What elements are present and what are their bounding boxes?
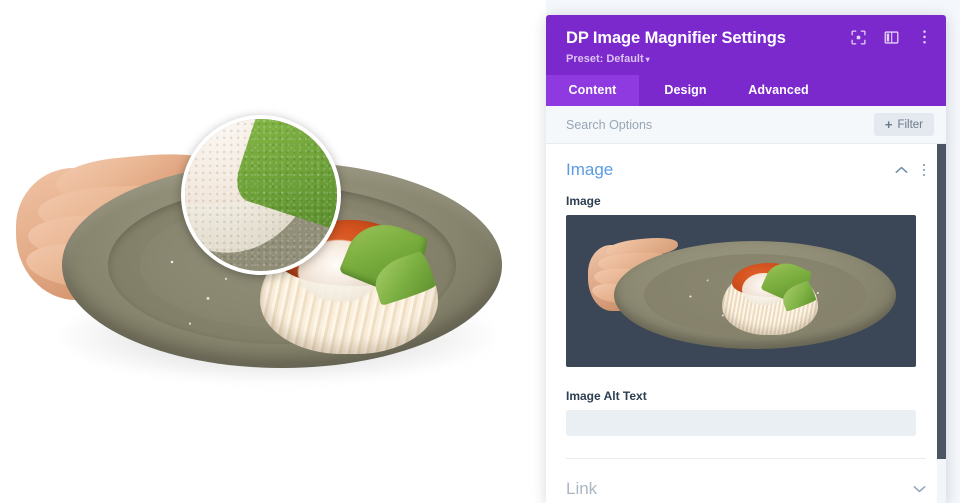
panel-layout-icon[interactable] [883,29,899,45]
tab-advanced[interactable]: Advanced [732,75,825,106]
section-image-title: Image [566,160,614,180]
magnified-content [185,119,337,271]
section-kebab-menu-icon[interactable] [922,163,926,177]
section-image: Image Image Image Alt Text [546,144,946,460]
section-link-controls [913,485,926,493]
image-alt-text-label: Image Alt Text [566,389,647,404]
header-actions [850,29,932,45]
panel-scroll-content: Image Image Image Alt Text Link [546,144,946,503]
panel-body: Image Image Image Alt Text Link [546,144,946,503]
filter-button[interactable]: + Filter [873,113,934,137]
section-image-header[interactable]: Image [566,160,926,180]
preset-label: Preset: Default [566,53,644,66]
section-link-header[interactable]: Link [566,479,926,499]
kebab-menu-icon[interactable] [916,29,932,45]
panel-tabs: Content Design Advanced [546,75,946,107]
magnifier-lens[interactable] [181,115,341,275]
panel-scrollbar-track[interactable] [937,144,946,503]
screenshot-root: DP Image Magnifier Settings Preset: Defa… [0,0,960,503]
panel-header: DP Image Magnifier Settings Preset: Defa… [546,15,946,76]
search-input[interactable] [566,117,874,132]
section-link-title: Link [566,479,598,499]
panel-scrollbar-thumb[interactable] [937,144,946,460]
section-link: Link [546,459,946,503]
focus-target-icon[interactable] [850,29,866,45]
chevron-up-icon[interactable] [895,166,908,174]
image-alt-text-block: Image Alt Text [566,389,926,437]
thumbnail-photo [578,223,904,359]
tab-design[interactable]: Design [639,75,732,106]
plus-icon: + [884,117,893,133]
chevron-down-icon: ▾ [645,55,650,65]
search-options-row: + Filter [546,106,946,145]
tab-content[interactable]: Content [546,75,639,107]
preset-selector[interactable]: Preset: Default ▾ [566,53,930,65]
settings-panel: DP Image Magnifier Settings Preset: Defa… [546,15,946,503]
thumbnail-plate [614,241,896,350]
section-image-controls [895,163,926,177]
image-field-label: Image [566,194,601,209]
image-magnifier-preview[interactable] [0,0,546,503]
image-upload-thumbnail[interactable] [566,215,916,368]
chevron-down-icon[interactable] [913,485,926,493]
filter-button-label: Filter [897,118,923,131]
image-alt-text-input[interactable] [566,410,916,437]
